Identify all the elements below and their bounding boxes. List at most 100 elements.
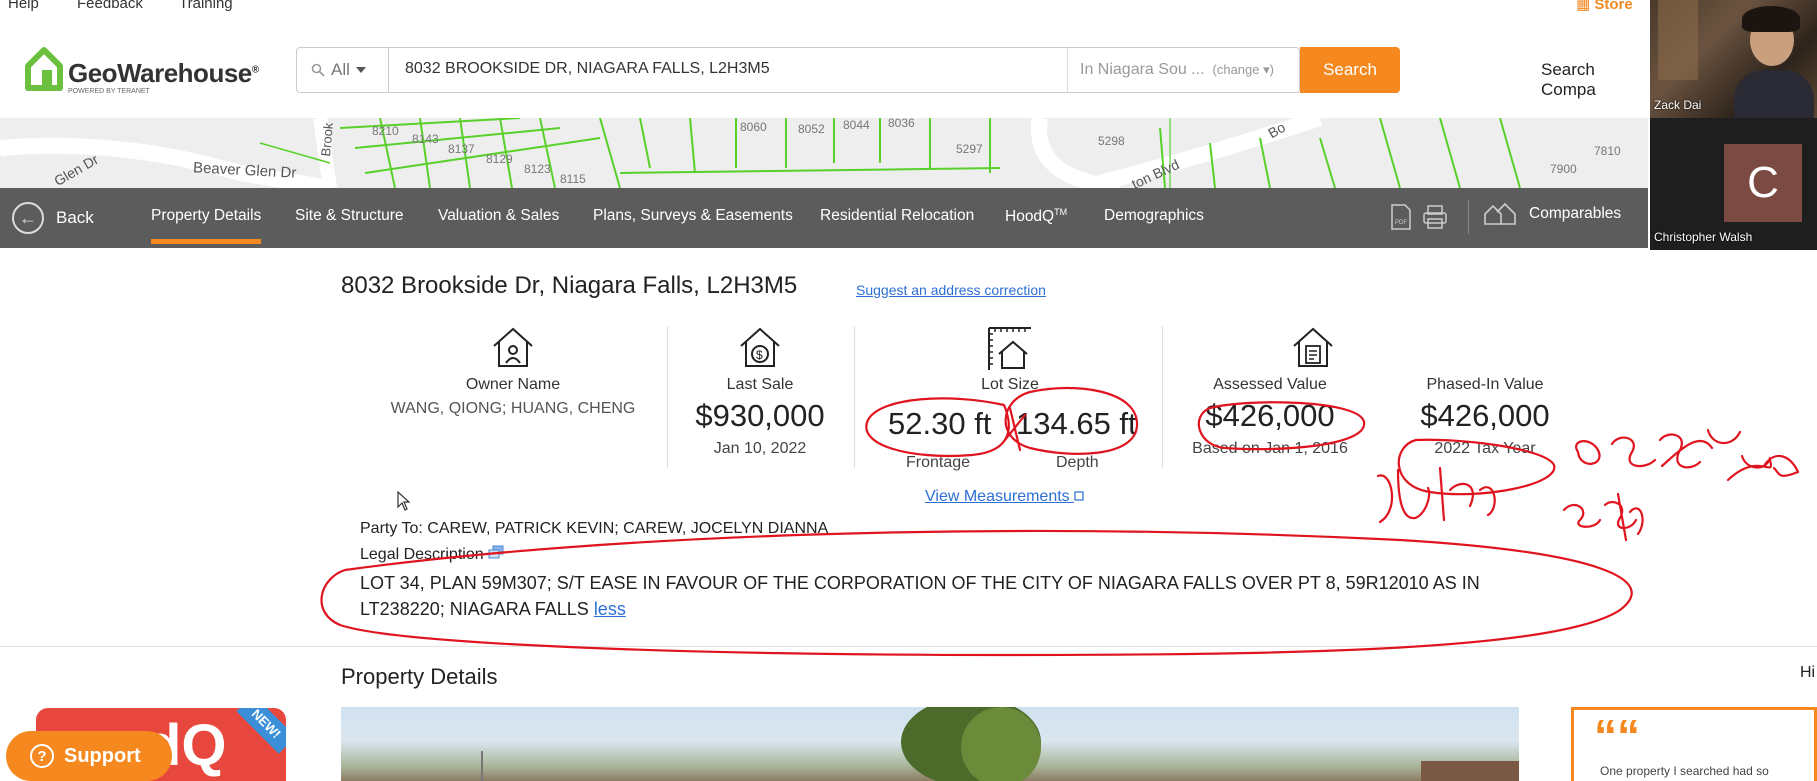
search-region[interactable]: In Niagara Sou ... (change ▾) bbox=[1067, 48, 1299, 92]
trademark: TM bbox=[1054, 207, 1068, 217]
map-label: 5298 bbox=[1098, 134, 1125, 148]
back-button[interactable]: ← Back bbox=[12, 202, 94, 234]
phased-in-stat: Phased-In Value $426,000 2022 Tax Year bbox=[1395, 376, 1575, 458]
assessed-value-label: Assessed Value bbox=[1213, 376, 1327, 393]
pdf-icon[interactable]: PDF bbox=[1390, 204, 1412, 230]
store-label: Store bbox=[1594, 0, 1633, 13]
person-hair bbox=[1742, 6, 1800, 32]
comparables-label: Comparables bbox=[1529, 205, 1622, 222]
testimonial-text: One property I searched had so bbox=[1600, 764, 1769, 778]
back-arrow-icon: ← bbox=[12, 202, 44, 234]
tab-plans-surveys[interactable]: Plans, Surveys & Easements bbox=[593, 207, 793, 225]
video-tile-christopher[interactable]: C Christopher Walsh bbox=[1650, 124, 1817, 248]
section-right-label: Hi bbox=[1800, 664, 1816, 681]
owner-name-label: Owner Name bbox=[465, 376, 561, 393]
map-label: 7900 bbox=[1550, 162, 1577, 176]
support-label: Support bbox=[64, 744, 141, 767]
comparables-button[interactable]: Comparables bbox=[1483, 202, 1621, 226]
store-link[interactable]: ▦ Store bbox=[1576, 0, 1633, 13]
owner-house-icon bbox=[493, 327, 533, 367]
legal-description-label-text: Legal Description bbox=[360, 546, 484, 563]
tab-residential-relocation[interactable]: Residential Relocation bbox=[820, 207, 974, 225]
stat-divider bbox=[854, 326, 855, 468]
change-region-link[interactable]: (change ▾) bbox=[1213, 62, 1274, 78]
question-icon: ? bbox=[30, 744, 54, 768]
depth-value: 134.65 ft bbox=[1016, 406, 1137, 441]
map-label: 8115 bbox=[560, 172, 586, 186]
help-link[interactable]: Help bbox=[8, 0, 39, 12]
suggest-correction-link[interactable]: Suggest an address correction bbox=[856, 282, 1046, 298]
tree bbox=[961, 707, 1041, 781]
search-region-label: In Niagara Sou ... bbox=[1080, 61, 1205, 78]
assessed-value-stat: Assessed Value $426,000 Based on Jan 1, … bbox=[1170, 326, 1370, 458]
annotation-scribble bbox=[1660, 428, 1800, 482]
annotation-scribble bbox=[1562, 492, 1644, 542]
video-background bbox=[1658, 0, 1698, 80]
sale-house-icon: $ bbox=[740, 327, 780, 367]
tab-hoodq-label: HoodQ bbox=[1005, 208, 1055, 226]
last-sale-label: Last Sale bbox=[726, 376, 794, 393]
map-label: 8143 bbox=[412, 132, 439, 146]
search-scope-dropdown[interactable]: All bbox=[297, 48, 389, 92]
last-sale-stat: $ Last Sale $930,000 Jan 10, 2022 bbox=[680, 326, 840, 458]
feedback-link[interactable]: Feedback bbox=[77, 0, 143, 12]
tab-site-structure[interactable]: Site & Structure bbox=[295, 207, 404, 225]
assessed-house-icon bbox=[1293, 327, 1333, 367]
annotation-scribble bbox=[1376, 466, 1496, 524]
search-input[interactable] bbox=[405, 60, 1065, 78]
section-divider bbox=[0, 646, 1817, 647]
map-label: 8044 bbox=[843, 118, 870, 132]
party-to: Party To: CAREW, PATRICK KEVIN; CAREW, J… bbox=[360, 520, 829, 537]
support-button[interactable]: ? Support bbox=[6, 731, 172, 781]
view-measurements-link[interactable]: View Measurements bbox=[925, 488, 1084, 506]
copy-icon[interactable] bbox=[488, 545, 504, 559]
tab-property-details[interactable]: Property Details bbox=[151, 207, 262, 244]
logo-text: GeoWarehouse® bbox=[68, 58, 259, 88]
search-button[interactable]: Search bbox=[1300, 47, 1400, 93]
stat-divider bbox=[667, 326, 668, 468]
property-address-title: 8032 Brookside Dr, Niagara Falls, L2H3M5 bbox=[341, 272, 798, 299]
map-label: 8036 bbox=[888, 118, 915, 130]
street-label: Brook bbox=[318, 121, 336, 158]
owner-name-stat: Owner Name WANG, QIONG; HUANG, CHENG bbox=[373, 326, 653, 418]
property-nav-bar: ← Back Property Details Site & Structure… bbox=[0, 188, 1648, 248]
quote-icon: ““ bbox=[1594, 710, 1640, 762]
header: GeoWarehouse® POWERED BY TERANET All In … bbox=[0, 14, 1648, 118]
tab-hoodq[interactable]: HoodQTM bbox=[1005, 207, 1067, 226]
tab-valuation-sales[interactable]: Valuation & Sales bbox=[438, 207, 559, 225]
geowarehouse-logo[interactable]: GeoWarehouse® POWERED BY TERANET bbox=[24, 46, 264, 100]
logo-house-icon bbox=[25, 47, 63, 91]
legal-description-label: Legal Description bbox=[360, 545, 504, 564]
view-measurements-label: View Measurements bbox=[925, 488, 1070, 505]
print-icon[interactable] bbox=[1422, 204, 1448, 230]
new-badge: NEW! bbox=[236, 708, 286, 754]
tab-demographics[interactable]: Demographics bbox=[1104, 207, 1204, 225]
legal-description-text: LOT 34, PLAN 59M307; S/T EASE IN FAVOUR … bbox=[360, 570, 1540, 622]
street-view-photo[interactable] bbox=[341, 707, 1519, 781]
back-label: Back bbox=[56, 208, 94, 227]
video-tile-zack[interactable]: Zack Dai bbox=[1650, 0, 1817, 118]
map-label: 8052 bbox=[798, 122, 825, 136]
training-link[interactable]: Training bbox=[179, 0, 233, 12]
map-label: 8129 bbox=[486, 152, 513, 166]
lot-size-icon bbox=[988, 327, 1031, 370]
search-icon bbox=[311, 63, 325, 77]
last-sale-date: Jan 10, 2022 bbox=[713, 440, 807, 457]
map-strip[interactable]: 8210 8143 8137 8129 8123 8115 8060 8052 … bbox=[0, 118, 1648, 188]
search-comparables-link[interactable]: Search Compa bbox=[1541, 60, 1648, 100]
search-box: All In Niagara Sou ... (change ▾) bbox=[296, 47, 1300, 93]
comparables-icon bbox=[1484, 202, 1516, 225]
phased-in-year: 2022 Tax Year bbox=[1434, 440, 1536, 457]
frontage-label: Frontage bbox=[906, 454, 971, 471]
less-link[interactable]: less bbox=[594, 599, 626, 619]
map-label: 8137 bbox=[448, 142, 475, 156]
map-label: 8123 bbox=[524, 162, 551, 176]
legal-description-value: LOT 34, PLAN 59M307; S/T EASE IN FAVOUR … bbox=[360, 573, 1480, 619]
lamp-post bbox=[481, 751, 483, 781]
participant-name: Zack Dai bbox=[1654, 98, 1702, 112]
owner-name-value: WANG, QIONG; HUANG, CHENG bbox=[390, 400, 636, 417]
person-shirt bbox=[1734, 70, 1814, 118]
lot-size-label: Lot Size bbox=[981, 376, 1039, 393]
avatar: C bbox=[1724, 144, 1802, 222]
map-label: 7810 bbox=[1594, 144, 1621, 158]
